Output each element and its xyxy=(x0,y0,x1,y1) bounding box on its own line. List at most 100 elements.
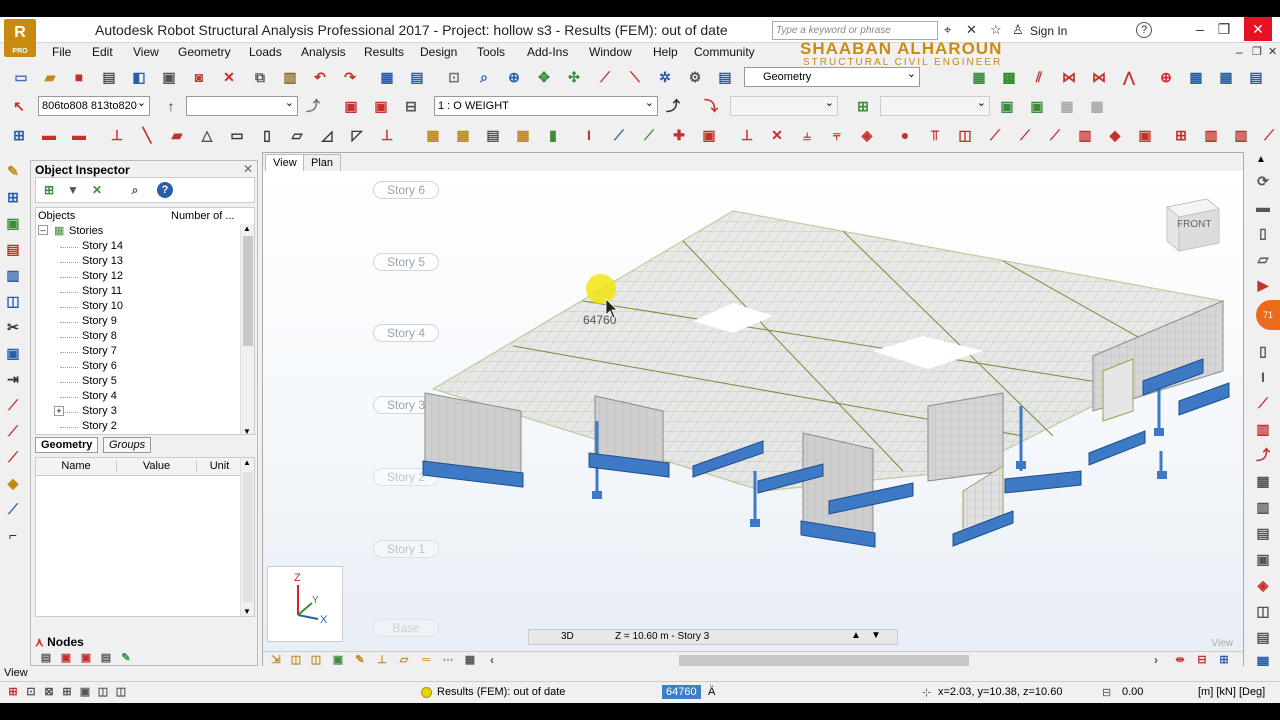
filter-icon[interactable]: ▼ xyxy=(62,179,84,201)
new-file-icon[interactable]: ▭ xyxy=(10,66,32,88)
menu-design[interactable]: Design xyxy=(420,45,457,59)
layout-select[interactable]: Geometry xyxy=(744,67,920,87)
right-tool-8-icon[interactable]: ⟋ xyxy=(1252,392,1274,414)
right-tool-6-icon[interactable]: ▯ xyxy=(1252,340,1274,362)
right-tool-1-icon[interactable]: ⟳ xyxy=(1252,170,1274,192)
slab-icon[interactable]: ▱ xyxy=(286,124,308,146)
wall-2-icon[interactable]: ◸ xyxy=(346,124,368,146)
units-display[interactable]: [m] [kN] [Deg] xyxy=(1198,686,1265,698)
props-scroll-down-icon[interactable]: ▼ xyxy=(243,607,251,616)
case-filter-combo[interactable] xyxy=(186,96,298,116)
snow-wind-icon[interactable]: ◆ xyxy=(1104,124,1126,146)
bar-icon[interactable]: ⊥ xyxy=(106,124,128,146)
tree-item-story[interactable]: Story 9 xyxy=(82,315,117,327)
line-icon[interactable]: ╲ xyxy=(136,124,158,146)
ruler-icon[interactable]: ⟋ xyxy=(594,66,616,88)
mdi-close-icon[interactable]: ✕ xyxy=(1268,44,1277,60)
menu-view[interactable]: View xyxy=(133,45,159,59)
snap-icon[interactable]: ⊹ xyxy=(922,686,931,699)
tree-item-story[interactable]: Story 2 xyxy=(82,420,117,432)
move-tool-icon[interactable]: ▣ xyxy=(2,342,24,364)
cable-icon[interactable]: ⟋ xyxy=(638,124,660,146)
paste-icon[interactable]: ▥ xyxy=(279,66,301,88)
clear-filter-icon[interactable]: ✕ xyxy=(86,179,108,201)
material-db-icon[interactable]: ▬ xyxy=(68,124,90,146)
tree-item-story[interactable]: Story 5 xyxy=(82,375,117,387)
trim-tool-icon[interactable]: ⟋ xyxy=(2,394,24,416)
load-cases-icon[interactable]: ⤴ xyxy=(662,95,684,117)
open-file-icon[interactable]: ▰ xyxy=(39,66,61,88)
side-badge[interactable]: 71 xyxy=(1256,300,1280,330)
menu-analysis[interactable]: Analysis xyxy=(301,45,346,59)
lock-icon[interactable]: ⊡ xyxy=(443,66,465,88)
selected-node-highlight[interactable] xyxy=(586,274,616,304)
right-tool-17-icon[interactable]: ▤ xyxy=(1252,626,1274,648)
scroll-down-icon[interactable]: ▼ xyxy=(243,427,251,434)
node-tool-icon[interactable]: ⊞ xyxy=(2,186,24,208)
section-icon[interactable]: ⟍ xyxy=(624,66,646,88)
level-up-icon[interactable]: ▲ xyxy=(851,630,861,641)
angle-icon[interactable]: ⊟ xyxy=(1102,686,1111,699)
viewcube[interactable]: FRONT xyxy=(1161,195,1223,255)
truss-icon[interactable]: ⋈ xyxy=(1088,66,1110,88)
tree-item-story[interactable]: Story 11 xyxy=(82,285,122,297)
i-beam-icon[interactable]: I xyxy=(578,124,600,146)
right-tool-4-icon[interactable]: ▱ xyxy=(1252,248,1274,270)
app-logo[interactable]: R PRO xyxy=(4,19,36,57)
find-icon[interactable]: ⌕ xyxy=(124,179,146,201)
structure-model-icon[interactable]: ⊞ xyxy=(8,124,30,146)
rigid-link-icon[interactable]: ✚ xyxy=(668,124,690,146)
node-load-icon[interactable]: ⊥ xyxy=(736,124,758,146)
properties-icon[interactable]: ▤ xyxy=(714,66,736,88)
menu-loads[interactable]: Loads xyxy=(249,45,282,59)
select-icon[interactable]: ↖ xyxy=(8,95,30,117)
menu-geometry[interactable]: Geometry xyxy=(178,45,231,59)
mirror-tool-icon[interactable]: ◫ xyxy=(2,290,24,312)
copy-icon[interactable]: ⧉ xyxy=(249,66,271,88)
surface-load-icon[interactable]: ◈ xyxy=(856,124,878,146)
tree-collapse-icon[interactable]: – xyxy=(38,225,48,235)
wall-icon[interactable]: ◿ xyxy=(316,124,338,146)
nodes-icon[interactable]: ⊕ xyxy=(1155,66,1177,88)
props-scroll-up-icon[interactable]: ▲ xyxy=(243,458,251,467)
section-tool-icon[interactable]: ▤ xyxy=(2,238,24,260)
tree-item-story[interactable]: Story 14 xyxy=(82,240,123,252)
calc-icon[interactable]: ▤ xyxy=(406,66,428,88)
right-tool-14-icon[interactable]: ▣ xyxy=(1252,548,1274,570)
properties-scrollbar[interactable]: ▲ ▼ xyxy=(240,458,254,616)
polyline-icon[interactable]: △ xyxy=(196,124,218,146)
panel-grid-icon[interactable]: ▦ xyxy=(1185,66,1207,88)
dist-load-icon[interactable]: ⫨ xyxy=(796,124,818,146)
display-icon[interactable]: ▣ xyxy=(340,95,362,117)
grid-icon[interactable]: ▦ xyxy=(968,66,990,88)
point-load-icon[interactable]: ● xyxy=(894,124,916,146)
zoom-window-icon[interactable]: ⌕ xyxy=(473,66,495,88)
print-preview-icon[interactable]: ◧ xyxy=(128,66,150,88)
help-icon[interactable]: ? xyxy=(157,182,173,198)
analysis-icon[interactable]: ▣ xyxy=(1134,124,1156,146)
table-icon[interactable]: ▦ xyxy=(376,66,398,88)
connection-tool-icon[interactable]: ⟋ xyxy=(2,498,24,520)
right-tool-10-icon[interactable]: ⤴ xyxy=(1252,444,1274,466)
star-icon[interactable]: ☆ xyxy=(990,22,1002,38)
panels-icon[interactable]: ▦ xyxy=(1215,66,1237,88)
section-db-icon[interactable]: ▬ xyxy=(38,124,60,146)
view-mode[interactable]: 3D xyxy=(561,631,574,642)
split-tool-icon[interactable]: ⇥ xyxy=(2,368,24,390)
layers-icon[interactable]: ✲ xyxy=(654,66,676,88)
results-table-icon[interactable]: ⊞ xyxy=(1170,124,1192,146)
right-tool-5-icon[interactable]: ▶ xyxy=(1252,274,1274,296)
inspector-close-icon[interactable]: ✕ xyxy=(243,162,253,176)
bars-icon[interactable]: ⫽ xyxy=(1028,66,1050,88)
tree-item-story[interactable]: Story 4 xyxy=(82,390,117,402)
case-icon[interactable]: ⤴ xyxy=(302,95,324,117)
panel-icon[interactable]: ▦ xyxy=(452,124,474,146)
claddings-icon[interactable]: ▥ xyxy=(1074,124,1096,146)
tab-view[interactable]: View xyxy=(265,154,305,171)
right-tool-11-icon[interactable]: ▦ xyxy=(1252,470,1274,492)
tree-item-story[interactable]: Story 8 xyxy=(82,330,117,342)
menu-tools[interactable]: Tools xyxy=(477,45,505,59)
beam-icon[interactable]: ▰ xyxy=(166,124,188,146)
mdi-restore-icon[interactable]: ❐ xyxy=(1252,44,1262,60)
planar-load-icon[interactable]: ◫ xyxy=(954,124,976,146)
